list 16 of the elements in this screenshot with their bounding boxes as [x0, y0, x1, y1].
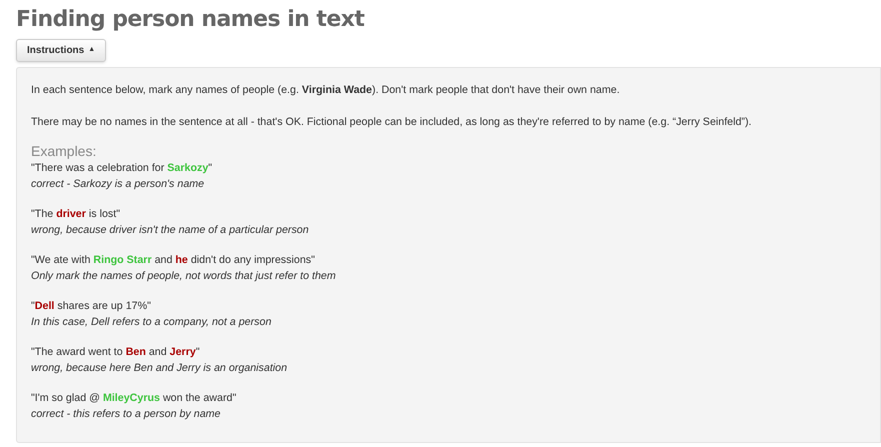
example-explanation: wrong, because here Ben and Jerry is an organisation	[31, 361, 288, 376]
page-title: Finding person names in text	[16, 6, 366, 34]
example-explanation: wrong, because driver isn't the name of a particular person	[31, 223, 309, 238]
examples-heading: Examples:	[31, 142, 98, 160]
example-explanation: Only mark the names of people, not words that just refer to them	[31, 269, 336, 284]
example-sentence: "The driver is lost"	[31, 207, 120, 222]
example-sentence: "I'm so glad @ MileyCyrus won the award"	[31, 391, 236, 406]
example-explanation: correct - Sarkozy is a person's name	[31, 177, 204, 192]
example-explanation: correct - this refers to a person by name	[31, 407, 220, 422]
example-sentence: "There was a celebration for Sarkozy"	[31, 161, 212, 176]
example-explanation: In this case, Dell refers to a company, not a person	[31, 315, 272, 330]
example-sentence: "We ate with Ringo Starr and he didn't do any impressions"	[31, 253, 315, 268]
instruction-text: In each sentence below, mark any names of people (e.g. Virginia Wade). Don't mark people that don't have their own name.	[31, 83, 621, 98]
example-sentence: "The award went to Ben and Jerry"	[31, 345, 200, 360]
example-sentence: "Dell shares are up 17%"	[31, 299, 151, 314]
instruction-text: There may be no names in the sentence at all - that's OK. Fictional people can be included, as long as they're referred to by name (e.g. “Jerry Seinfeld”).	[31, 115, 753, 130]
